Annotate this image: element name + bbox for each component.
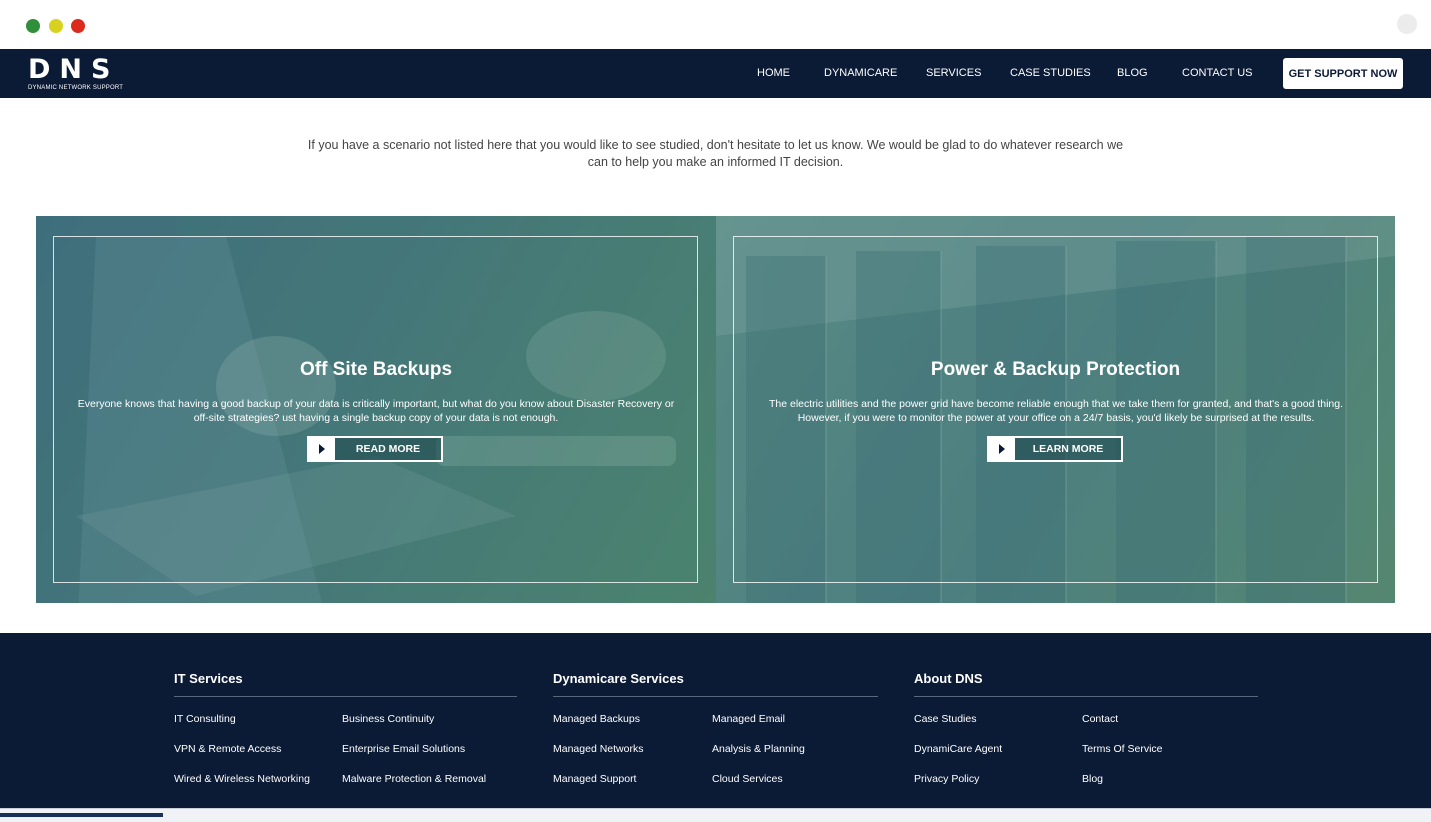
learn-more-label: LEARN MORE xyxy=(1015,438,1121,460)
bottom-scroll-strip xyxy=(0,808,1431,822)
play-arrow-icon xyxy=(989,438,1015,460)
nav-dynamicare[interactable]: DYNAMICARE xyxy=(824,67,897,80)
footer-link[interactable]: Cloud Services xyxy=(712,773,783,786)
footer-link[interactable]: Business Continuity xyxy=(342,713,434,726)
footer-column-it-services: IT Services IT Consulting Business Conti… xyxy=(174,671,517,785)
footer-link[interactable]: Managed Email xyxy=(712,713,785,726)
footer-column-dynamicare-services: Dynamicare Services Managed Backups Mana… xyxy=(553,671,878,785)
window-chrome xyxy=(0,0,1431,49)
site-header: DNS DYNAMIC NETWORK SUPPORT HOME DYNAMIC… xyxy=(0,49,1431,98)
footer-column-title: IT Services xyxy=(174,671,243,686)
play-arrow-icon xyxy=(309,438,335,460)
footer-link[interactable]: Enterprise Email Solutions xyxy=(342,743,465,756)
footer-divider xyxy=(914,696,1258,697)
footer-link[interactable]: Contact xyxy=(1082,713,1118,726)
footer-link[interactable]: DynamiCare Agent xyxy=(914,743,1002,756)
nav-services[interactable]: SERVICES xyxy=(926,67,981,80)
read-more-label: READ MORE xyxy=(335,438,441,460)
window-control-red[interactable] xyxy=(71,19,85,33)
footer-column-about-dns: About DNS Case Studies Contact DynamiCar… xyxy=(914,671,1258,785)
footer-link[interactable]: Malware Protection & Removal xyxy=(342,773,486,786)
intro-text: If you have a scenario not listed here t… xyxy=(307,138,1124,169)
card-power-backup-protection: Power & Backup Protection The electric u… xyxy=(716,216,1395,603)
nav-home[interactable]: HOME xyxy=(757,67,790,80)
site-footer: IT Services IT Consulting Business Conti… xyxy=(0,633,1431,822)
page: DNS DYNAMIC NETWORK SUPPORT HOME DYNAMIC… xyxy=(0,0,1431,822)
footer-link[interactable]: IT Consulting xyxy=(174,713,236,726)
card-off-site-backups: Off Site Backups Everyone knows that hav… xyxy=(36,216,716,603)
nav-blog[interactable]: BLOG xyxy=(1117,67,1148,80)
card-description: Everyone knows that having a good backup… xyxy=(77,398,675,424)
footer-link[interactable]: Terms Of Service xyxy=(1082,743,1163,756)
site-logo[interactable]: DNS DYNAMIC NETWORK SUPPORT xyxy=(28,54,132,93)
footer-link[interactable]: Analysis & Planning xyxy=(712,743,805,756)
footer-link[interactable]: Blog xyxy=(1082,773,1103,786)
footer-link[interactable]: Privacy Policy xyxy=(914,773,979,786)
nav-case-studies[interactable]: CASE STUDIES xyxy=(1010,67,1091,80)
card-title: Off Site Backups xyxy=(299,359,453,380)
window-control-yellow[interactable] xyxy=(49,19,63,33)
nav-contact-us[interactable]: CONTACT US xyxy=(1182,67,1253,80)
footer-link[interactable]: Managed Support xyxy=(553,773,636,786)
footer-link[interactable]: VPN & Remote Access xyxy=(174,743,281,756)
logo-mark: DNS xyxy=(28,54,120,85)
footer-column-title: About DNS xyxy=(914,671,983,686)
read-more-button[interactable]: READ MORE xyxy=(307,436,443,462)
footer-link[interactable]: Managed Backups xyxy=(553,713,640,726)
card-description: The electric utilities and the power gri… xyxy=(768,398,1344,424)
scroll-progress-bar xyxy=(0,813,163,817)
footer-link[interactable]: Managed Networks xyxy=(553,743,643,756)
window-control-green[interactable] xyxy=(26,19,40,33)
footer-link[interactable]: Wired & Wireless Networking xyxy=(174,773,310,786)
card-title: Power & Backup Protection xyxy=(930,359,1181,380)
footer-column-title: Dynamicare Services xyxy=(553,671,684,686)
footer-divider xyxy=(553,696,878,697)
window-menu-icon[interactable] xyxy=(1397,14,1417,34)
footer-divider xyxy=(174,696,517,697)
learn-more-button[interactable]: LEARN MORE xyxy=(987,436,1123,462)
logo-tagline: DYNAMIC NETWORK SUPPORT xyxy=(28,85,124,91)
get-support-button[interactable]: GET SUPPORT NOW xyxy=(1283,58,1403,89)
footer-link[interactable]: Case Studies xyxy=(914,713,976,726)
